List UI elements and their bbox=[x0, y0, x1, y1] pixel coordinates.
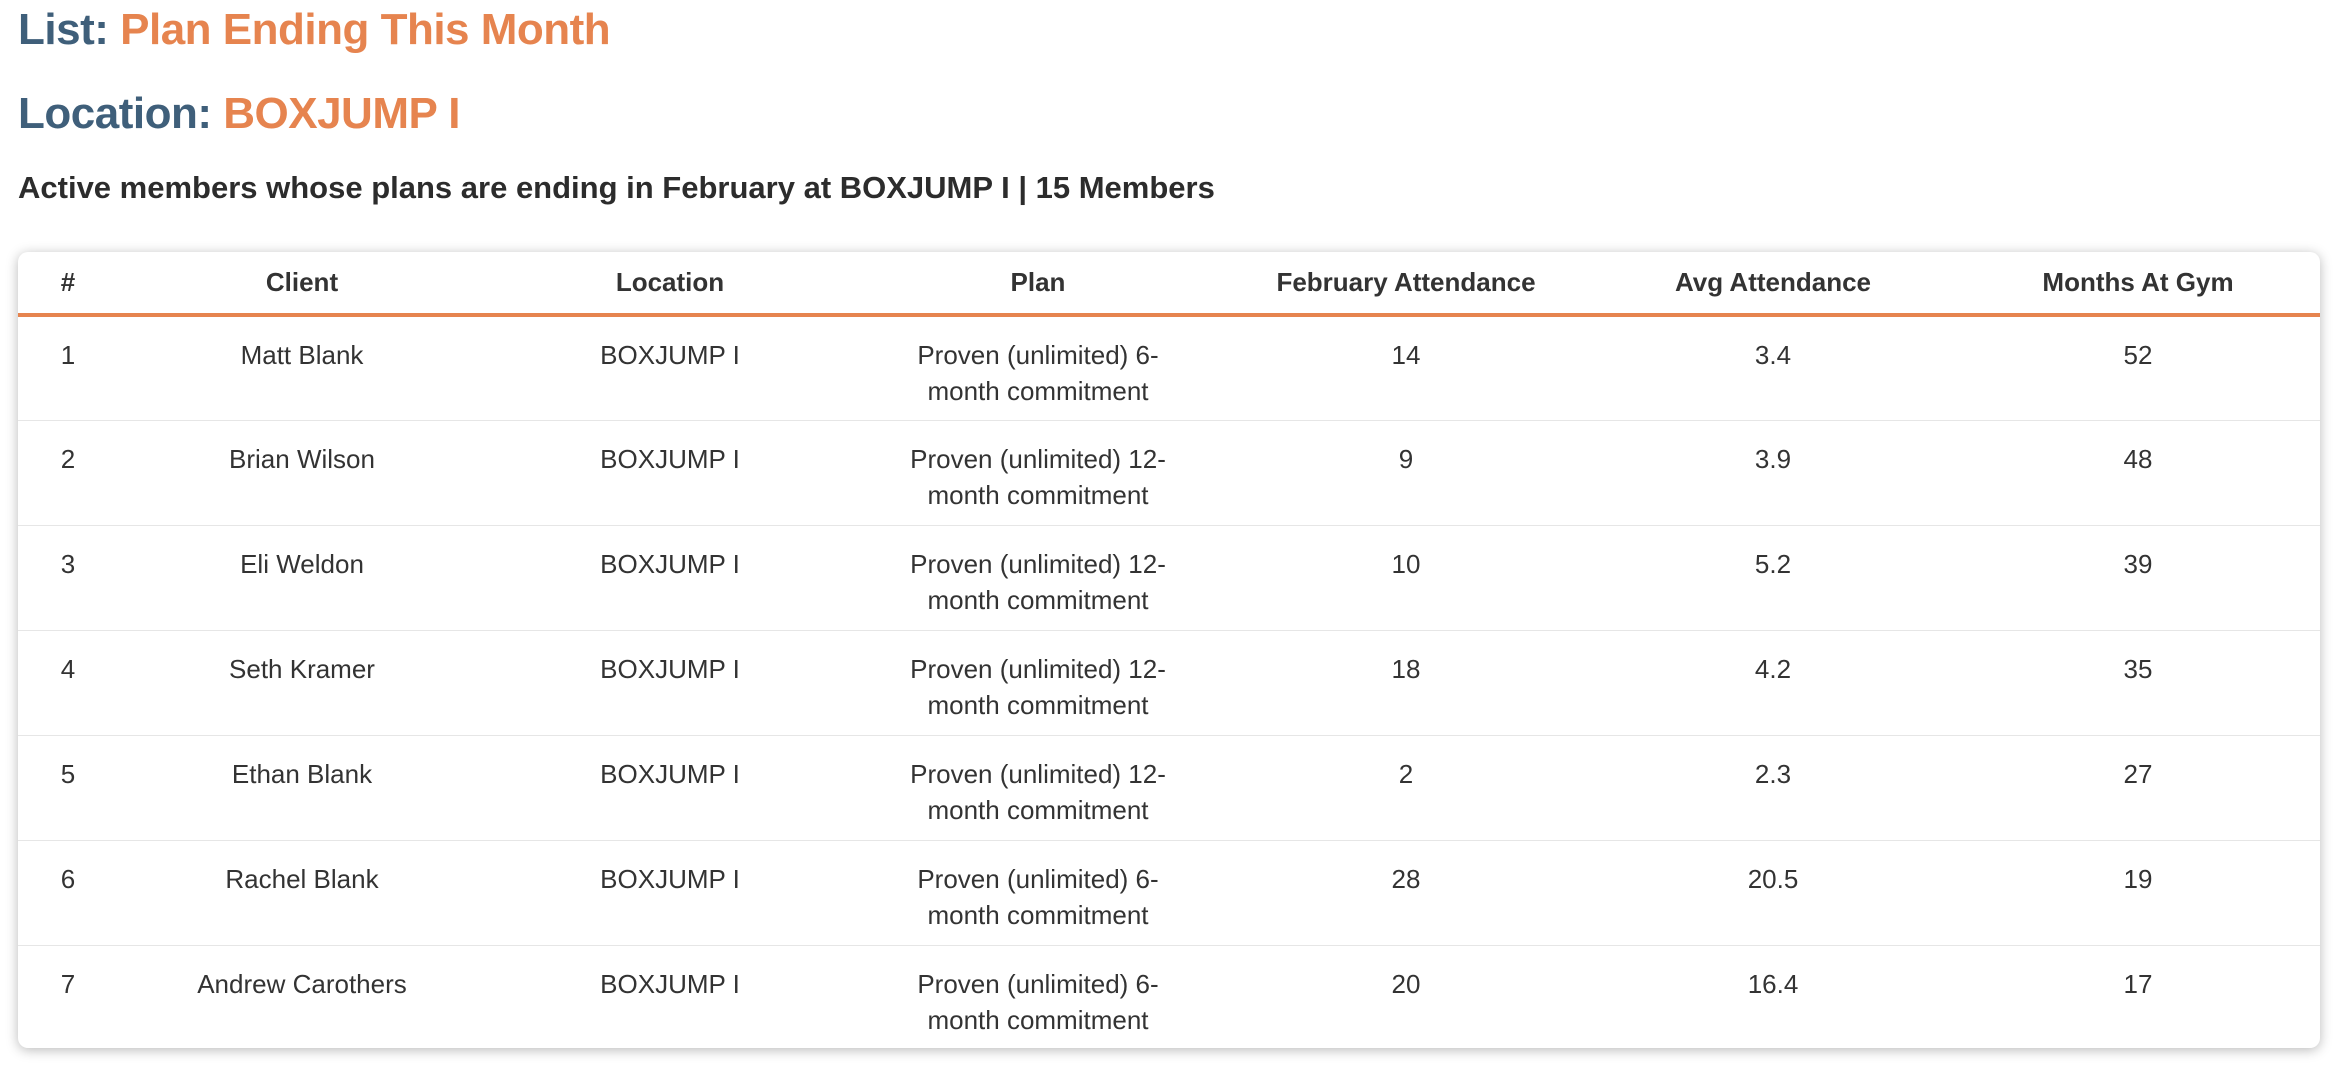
table-row[interactable]: 7 Andrew Carothers BOXJUMP I Proven (unl… bbox=[18, 945, 2320, 1048]
list-heading: List: Plan Ending This Month bbox=[18, 5, 611, 54]
location-cell: BOXJUMP I bbox=[486, 315, 854, 421]
table-row[interactable]: 5 Ethan Blank BOXJUMP I Proven (unlimite… bbox=[18, 735, 2320, 841]
months-at-gym-cell: 52 bbox=[1956, 315, 2320, 421]
location-cell: BOXJUMP I bbox=[486, 735, 854, 841]
report-subtitle: Active members whose plans are ending in… bbox=[18, 170, 1215, 205]
avg-attendance-cell: 5.2 bbox=[1590, 525, 1956, 631]
row-number: 4 bbox=[18, 630, 118, 736]
column-header-number[interactable]: # bbox=[18, 252, 118, 317]
plan-cell: Proven (unlimited) 6-month commitment bbox=[854, 315, 1222, 421]
location-cell: BOXJUMP I bbox=[600, 968, 740, 999]
column-header-location[interactable]: Location bbox=[486, 252, 854, 317]
months-at-gym-cell: 19 bbox=[1956, 840, 2320, 946]
months-at-gym-cell: 48 bbox=[1956, 420, 2320, 526]
row-number: 1 bbox=[18, 315, 118, 421]
february-attendance-cell: 10 bbox=[1222, 525, 1590, 631]
avg-attendance-cell: 3.4 bbox=[1590, 315, 1956, 421]
plan-cell: Proven (unlimited) 12-month commitment bbox=[854, 525, 1222, 631]
column-header-avg-attendance[interactable]: Avg Attendance bbox=[1590, 252, 1956, 317]
table-row[interactable]: 2 Brian Wilson BOXJUMP I Proven (unlimit… bbox=[18, 420, 2320, 526]
february-attendance-cell: 9 bbox=[1222, 420, 1590, 526]
plan-cell: Proven (unlimited) 12-month commitment bbox=[854, 630, 1222, 736]
client-name: Brian Wilson bbox=[118, 420, 486, 526]
column-header-february-attendance[interactable]: February Attendance bbox=[1222, 252, 1590, 317]
avg-attendance-cell: 16.4 bbox=[1747, 968, 1799, 999]
location-cell: BOXJUMP I bbox=[486, 840, 854, 946]
column-header-plan[interactable]: Plan bbox=[854, 252, 1222, 317]
list-heading-value: Plan Ending This Month bbox=[120, 5, 611, 54]
avg-attendance-cell: 2.3 bbox=[1590, 735, 1956, 841]
client-name: Ethan Blank bbox=[118, 735, 486, 841]
client-name: Seth Kramer bbox=[118, 630, 486, 736]
list-heading-label: List: bbox=[18, 5, 109, 54]
plan-cell: Proven (unlimited) 12-month commitment bbox=[854, 420, 1222, 526]
plan-cell: Proven (unlimited) 6-month commitment bbox=[917, 968, 1159, 1035]
february-attendance-cell: 28 bbox=[1222, 840, 1590, 946]
location-cell: BOXJUMP I bbox=[486, 420, 854, 526]
column-header-months-at-gym[interactable]: Months At Gym bbox=[1956, 252, 2320, 317]
location-cell: BOXJUMP I bbox=[486, 525, 854, 631]
client-name: Matt Blank bbox=[118, 315, 486, 421]
report-page: List: Plan Ending This Month Location: B… bbox=[0, 0, 2338, 1068]
row-number: 3 bbox=[18, 525, 118, 631]
client-name: Andrew Carothers bbox=[197, 968, 407, 999]
february-attendance-cell: 20 bbox=[1391, 968, 1421, 999]
february-attendance-cell: 2 bbox=[1222, 735, 1590, 841]
table-row[interactable]: 6 Rachel Blank BOXJUMP I Proven (unlimit… bbox=[18, 840, 2320, 946]
members-table: # Client Location Plan February Attendan… bbox=[18, 252, 2320, 1048]
members-table-card: # Client Location Plan February Attendan… bbox=[18, 252, 2320, 1048]
february-attendance-cell: 18 bbox=[1222, 630, 1590, 736]
avg-attendance-cell: 3.9 bbox=[1590, 420, 1956, 526]
location-heading: Location: BOXJUMP I bbox=[18, 92, 460, 136]
row-number: 5 bbox=[18, 735, 118, 841]
table-header-row: # Client Location Plan February Attendan… bbox=[18, 252, 2320, 317]
months-at-gym-cell: 27 bbox=[1956, 735, 2320, 841]
plan-cell: Proven (unlimited) 6-month commitment bbox=[854, 840, 1222, 946]
row-number: 6 bbox=[18, 840, 118, 946]
table-row[interactable]: 4 Seth Kramer BOXJUMP I Proven (unlimite… bbox=[18, 630, 2320, 736]
column-header-client[interactable]: Client bbox=[118, 252, 486, 317]
months-at-gym-cell: 35 bbox=[1956, 630, 2320, 736]
months-at-gym-cell: 17 bbox=[2123, 968, 2153, 999]
table-row[interactable]: 1 Matt Blank BOXJUMP I Proven (unlimited… bbox=[18, 315, 2320, 421]
table-row[interactable]: 3 Eli Weldon BOXJUMP I Proven (unlimited… bbox=[18, 525, 2320, 631]
location-cell: BOXJUMP I bbox=[486, 630, 854, 736]
avg-attendance-cell: 20.5 bbox=[1590, 840, 1956, 946]
client-name: Eli Weldon bbox=[118, 525, 486, 631]
location-heading-label: Location: bbox=[18, 89, 212, 138]
row-number: 2 bbox=[18, 420, 118, 526]
avg-attendance-cell: 4.2 bbox=[1590, 630, 1956, 736]
location-heading-value: BOXJUMP I bbox=[223, 89, 460, 138]
february-attendance-cell: 14 bbox=[1222, 315, 1590, 421]
plan-cell: Proven (unlimited) 12-month commitment bbox=[854, 735, 1222, 841]
months-at-gym-cell: 39 bbox=[1956, 525, 2320, 631]
client-name: Rachel Blank bbox=[118, 840, 486, 946]
row-number: 7 bbox=[60, 968, 76, 999]
